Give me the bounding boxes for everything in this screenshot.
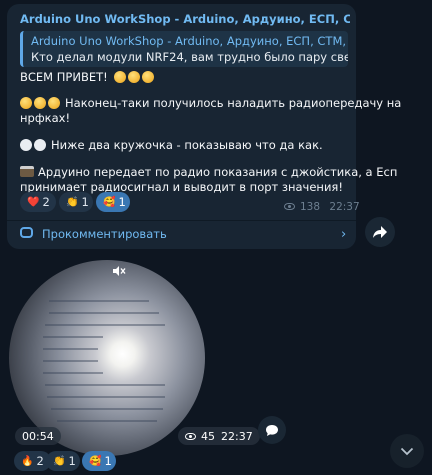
post-greeting: ВСЕМ ПРИВЕТ! (20, 70, 156, 84)
forward-button[interactable] (365, 217, 395, 247)
video-reaction-love[interactable]: 🥰 1 (82, 451, 116, 471)
video-duration: 00:54 (15, 427, 61, 445)
comment-video-button[interactable] (258, 416, 286, 444)
face-emoji-icon (34, 97, 46, 109)
view-count: 45 (201, 429, 215, 443)
reaction-count: 1 (81, 195, 89, 209)
fire-emoji-icon: 🔥 (21, 455, 34, 467)
video-content-line (45, 384, 165, 386)
video-meta: 45 22:37 (178, 427, 260, 445)
video-content-line (43, 372, 103, 374)
channel-post: Arduino Uno WorkShop - Arduino, Ардуино,… (7, 4, 401, 249)
video-content-line (51, 408, 163, 410)
video-reaction-clap[interactable]: 👏 1 (46, 451, 80, 471)
white-circle-emoji-icon (20, 139, 32, 151)
reaction-heart[interactable]: ❤️ 2 (20, 192, 56, 212)
views-eye-icon (185, 432, 196, 440)
video-content-line (43, 360, 98, 362)
divider (7, 220, 356, 221)
smile-emoji-icon (114, 71, 127, 83)
post-line-4a: Ардуино передает по радио показания с дж… (20, 165, 397, 179)
chevron-down-icon (400, 447, 414, 455)
reply-quote[interactable]: Arduino Uno WorkShop - Arduino, Ардуино,… (20, 31, 348, 67)
chevron-right-icon[interactable]: › (341, 227, 346, 242)
post-meta: 138 22:37 (284, 201, 360, 213)
post-text: Наконец-таки получилось наладить радиопе… (65, 96, 402, 110)
video-content-line (49, 312, 159, 314)
view-count: 138 (300, 201, 321, 213)
reaction-count: 1 (118, 195, 126, 209)
video-content-line (43, 336, 103, 338)
post-line-3: Ниже два кружочка - показываю что да как… (20, 138, 323, 152)
mute-icon (113, 266, 126, 276)
heart-emoji-icon: ❤️ (27, 196, 40, 208)
reply-author: Arduino Uno WorkShop - Arduino, Ардуино,… (31, 34, 348, 48)
video-content-line (45, 324, 165, 326)
reaction-count: 2 (42, 195, 50, 209)
smile-emoji-icon (128, 71, 141, 83)
clap-emoji-icon: 👏 (66, 196, 79, 208)
post-line-2b: нрфках! (20, 111, 71, 125)
comment-bubble-icon (266, 424, 278, 436)
channel-name[interactable]: Arduino Uno WorkShop - Arduino, Ардуино,… (20, 12, 350, 26)
reaction-count: 1 (68, 454, 76, 468)
reaction-count: 2 (36, 454, 44, 468)
comment-button[interactable]: Прокомментировать (42, 227, 167, 241)
share-arrow-icon (373, 226, 387, 238)
white-circle-emoji-icon (34, 139, 46, 151)
post-time: 22:37 (329, 201, 360, 213)
clapperboard-emoji-icon (20, 166, 34, 177)
love-face-emoji-icon: 🥰 (89, 455, 102, 467)
video-time: 22:37 (221, 429, 253, 443)
reaction-clap[interactable]: 👏 1 (59, 192, 93, 212)
greeting-text: ВСЕМ ПРИВЕТ! (20, 70, 108, 84)
face-emoji-icon (20, 97, 32, 109)
reply-text: Кто делал модули NRF24, вам трудно было … (31, 50, 348, 64)
reaction-count: 1 (104, 454, 112, 468)
video-content-line (43, 348, 98, 350)
post-text: Ардуино передает по радио показания с дж… (38, 165, 398, 179)
reaction-love[interactable]: 🥰 1 (96, 192, 130, 212)
scroll-down-button[interactable] (390, 434, 424, 468)
video-content-line (57, 420, 157, 422)
face-emoji-icon (48, 97, 60, 109)
smile-emoji-icon (142, 71, 155, 83)
mute-icon[interactable] (112, 265, 126, 280)
views-eye-icon (284, 203, 295, 210)
love-face-emoji-icon: 🥰 (103, 196, 116, 208)
post-text: Ниже два кружочка - показываю что да как… (51, 138, 323, 152)
clap-emoji-icon: 👏 (53, 455, 66, 467)
video-content-line (47, 396, 165, 398)
comment-icon (20, 227, 33, 238)
video-content-line (49, 300, 149, 302)
post-line-2a: Наконец-таки получилось наладить радиопе… (20, 96, 401, 110)
